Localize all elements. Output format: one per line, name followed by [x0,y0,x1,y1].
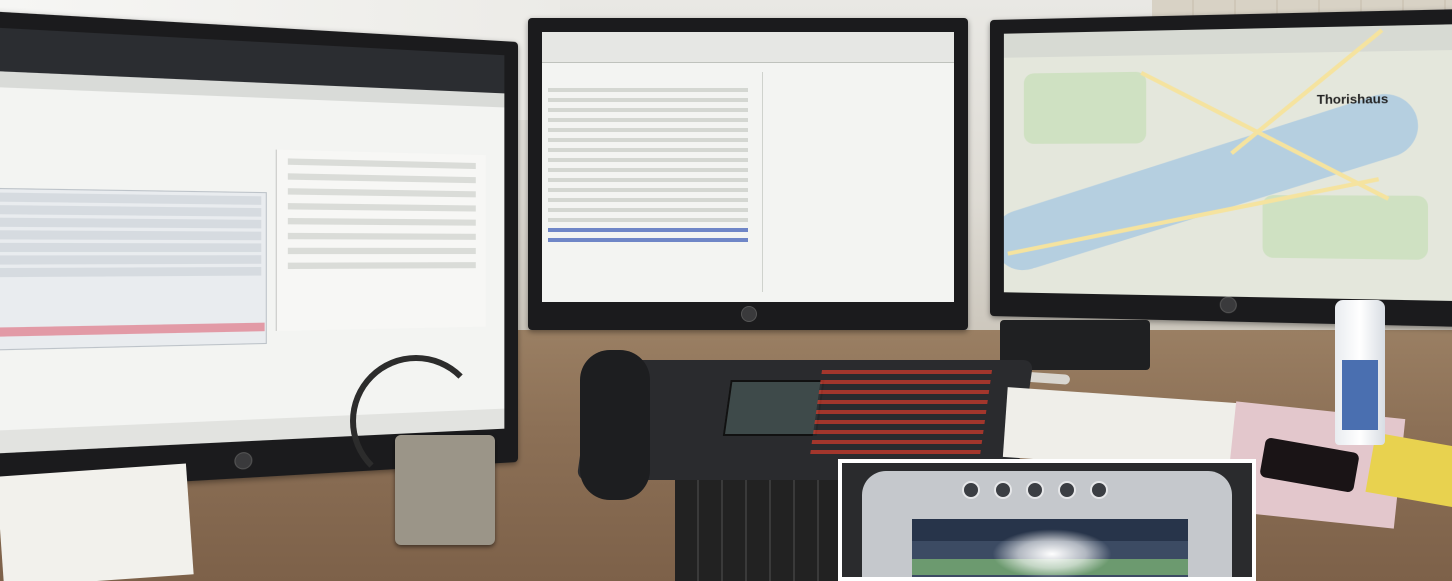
list-item [548,218,748,222]
list-item [548,178,748,182]
tablet-button [1090,481,1108,499]
list-item [548,138,748,142]
list-item [548,128,748,132]
list-item [548,168,748,172]
tablet-button [1058,481,1076,499]
tablet-button [962,481,980,499]
list-item [0,229,262,241]
detail-pane [762,72,944,292]
selected-list-item [548,238,748,242]
phone-line-keys [809,370,993,460]
list-item [548,208,748,212]
app-toolbar [542,32,954,63]
office-desk-scene: Thorishaus [0,0,1452,581]
list-item [548,98,748,102]
tablet-button [1026,481,1044,499]
form-field [287,173,476,184]
list-item [0,242,262,252]
tablet-inset-photo [838,459,1256,581]
map-view: Thorishaus [1003,24,1452,302]
form-field [287,262,476,270]
list-item [548,88,748,92]
list-item [548,198,748,202]
hp-logo-icon [741,306,757,322]
map-place-label: Thorishaus [1316,91,1389,108]
tablet-buttons [962,481,1108,499]
right-monitor: Thorishaus [990,8,1452,328]
list-item [0,191,262,205]
form-field [287,232,476,240]
form-field [287,158,476,170]
park-area [1262,195,1429,260]
message-list [548,82,748,282]
list-item [0,217,262,229]
list-item [548,118,748,122]
paper-stack [0,463,194,581]
screen-glare [992,529,1112,577]
phone-handset [580,350,650,500]
center-monitor [528,18,968,330]
hp-logo-icon [234,451,253,470]
right-monitor-screen: Thorishaus [1003,24,1452,302]
headset-base [395,435,495,545]
list-item [0,255,262,265]
list-item [548,108,748,112]
list-item [0,266,262,278]
selected-list-item [548,228,748,232]
center-monitor-screen [542,32,954,302]
tablet-button [994,481,1012,499]
phone-display [722,380,825,436]
rugged-tablet [862,471,1232,577]
list-item [548,188,748,192]
form-field [287,188,476,198]
bottle-label [1342,360,1378,430]
form-field [287,203,476,212]
list-item [0,204,262,217]
list-item [548,148,748,152]
map-toolbar [1003,24,1452,58]
hp-logo-icon [1219,296,1237,314]
form-field [287,217,476,226]
park-area [1023,71,1147,144]
detail-form [275,149,486,331]
list-item [548,158,748,162]
tablet-screen [912,519,1188,577]
form-field [287,247,476,255]
